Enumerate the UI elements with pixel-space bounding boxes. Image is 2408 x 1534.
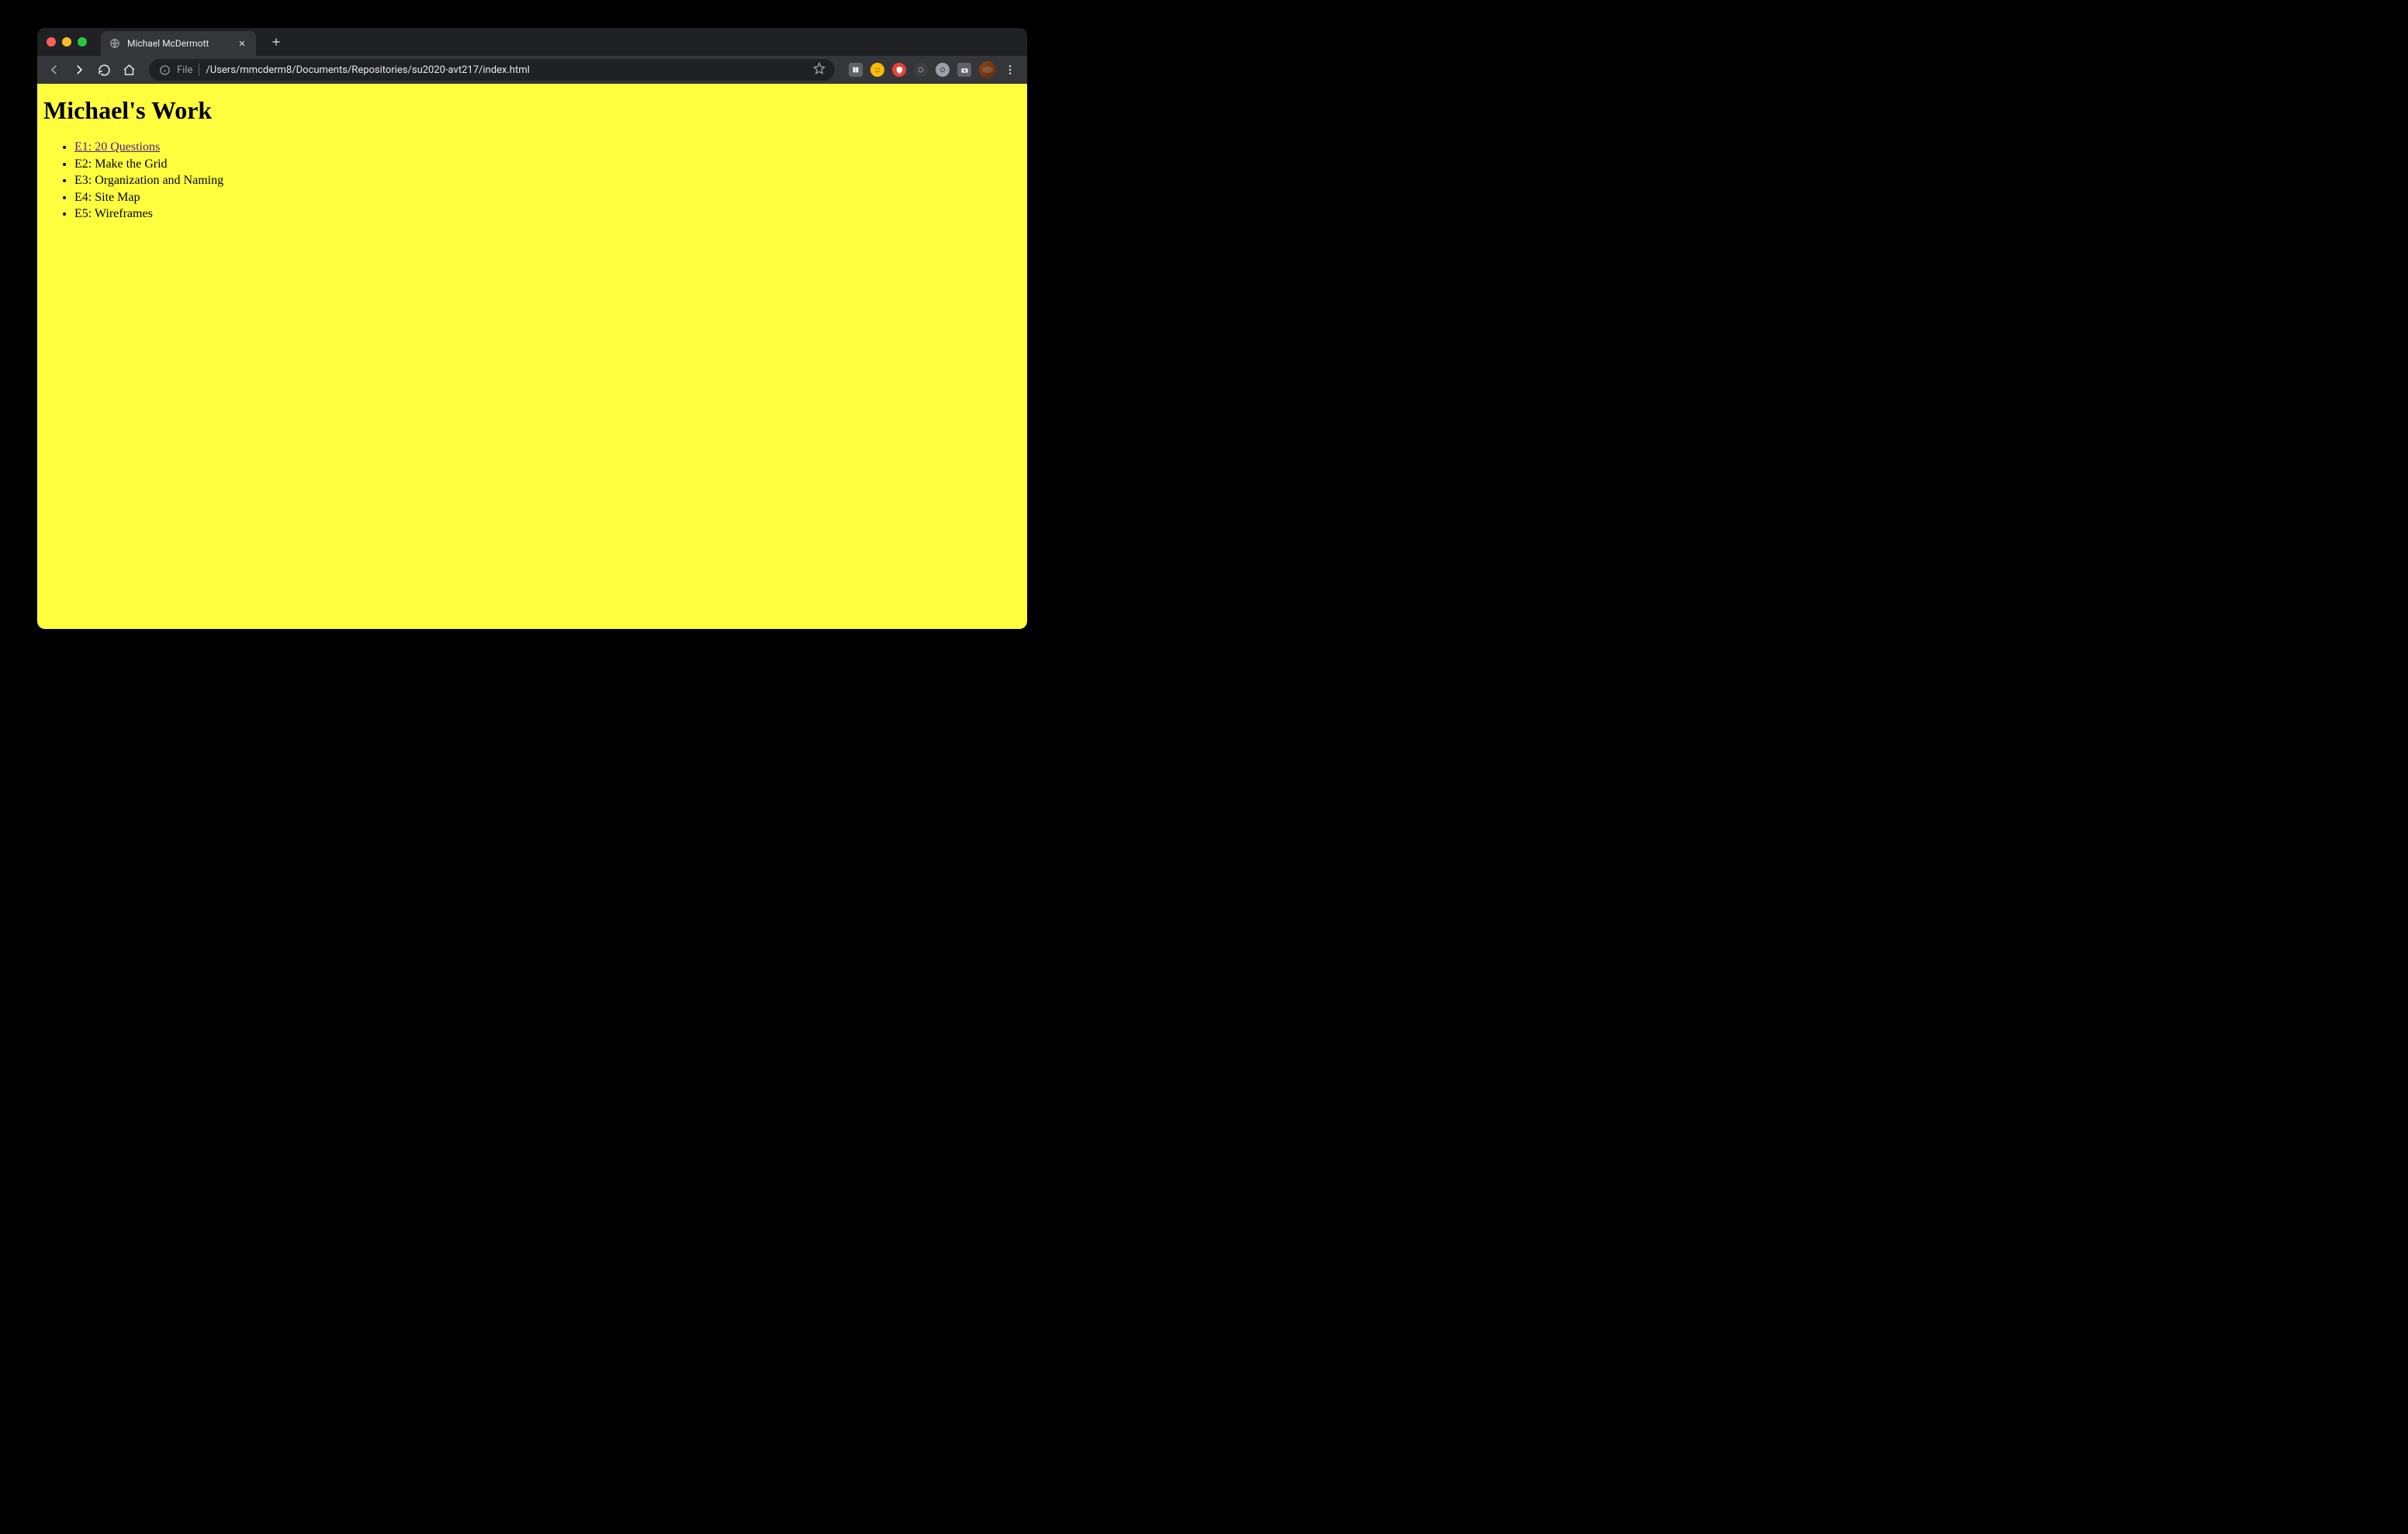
address-path: /Users/mmcderm8/Documents/Repositories/s… (206, 64, 807, 76)
back-button[interactable] (43, 59, 65, 81)
exercise-list: E1: 20 Questions E2: Make the Grid E3: O… (43, 139, 1021, 223)
list-item: E1: 20 Questions (74, 139, 1021, 156)
profile-avatar[interactable] (979, 61, 996, 78)
list-item: E5: Wireframes (74, 206, 1021, 223)
exercise-link[interactable]: E1: 20 Questions (74, 140, 160, 154)
list-item: E4: Site Map (74, 189, 1021, 206)
extension-icons (844, 63, 976, 77)
window-close-button[interactable] (47, 37, 56, 47)
bookmark-star-icon[interactable] (813, 62, 825, 78)
globe-icon (109, 37, 121, 50)
extension-icon-emoji[interactable] (870, 63, 884, 77)
tab-title: Michael McDermott (127, 38, 230, 49)
browser-window: Michael McDermott (37, 28, 1027, 629)
extension-icon-1[interactable] (849, 63, 863, 77)
close-tab-button[interactable] (236, 37, 248, 50)
extension-icon-circle-1[interactable] (914, 63, 928, 77)
address-protocol: File (177, 64, 192, 76)
list-item: E2: Make the Grid (74, 156, 1021, 173)
window-minimize-button[interactable] (62, 37, 71, 47)
title-bar: Michael McDermott (37, 28, 1027, 56)
new-tab-button[interactable] (265, 31, 287, 53)
extension-icon-camera[interactable] (957, 63, 971, 77)
list-item: E3: Organization and Naming (74, 172, 1021, 189)
page-viewport[interactable]: Michael's Work E1: 20 Questions E2: Make… (37, 84, 1027, 629)
reload-button[interactable] (93, 59, 115, 81)
extension-icon-shield[interactable] (892, 63, 906, 77)
extension-icon-circle-2[interactable] (936, 63, 950, 77)
browser-menu-button[interactable] (999, 59, 1021, 81)
forward-button[interactable] (68, 59, 90, 81)
toolbar: File /Users/mmcderm8/Documents/Repositor… (37, 56, 1027, 84)
browser-tab[interactable]: Michael McDermott (101, 31, 256, 56)
address-bar[interactable]: File /Users/mmcderm8/Documents/Repositor… (149, 59, 835, 81)
info-icon[interactable] (158, 64, 171, 76)
window-maximize-button[interactable] (78, 37, 87, 47)
window-controls (47, 37, 87, 47)
page-heading: Michael's Work (43, 96, 1021, 125)
home-button[interactable] (118, 59, 140, 81)
